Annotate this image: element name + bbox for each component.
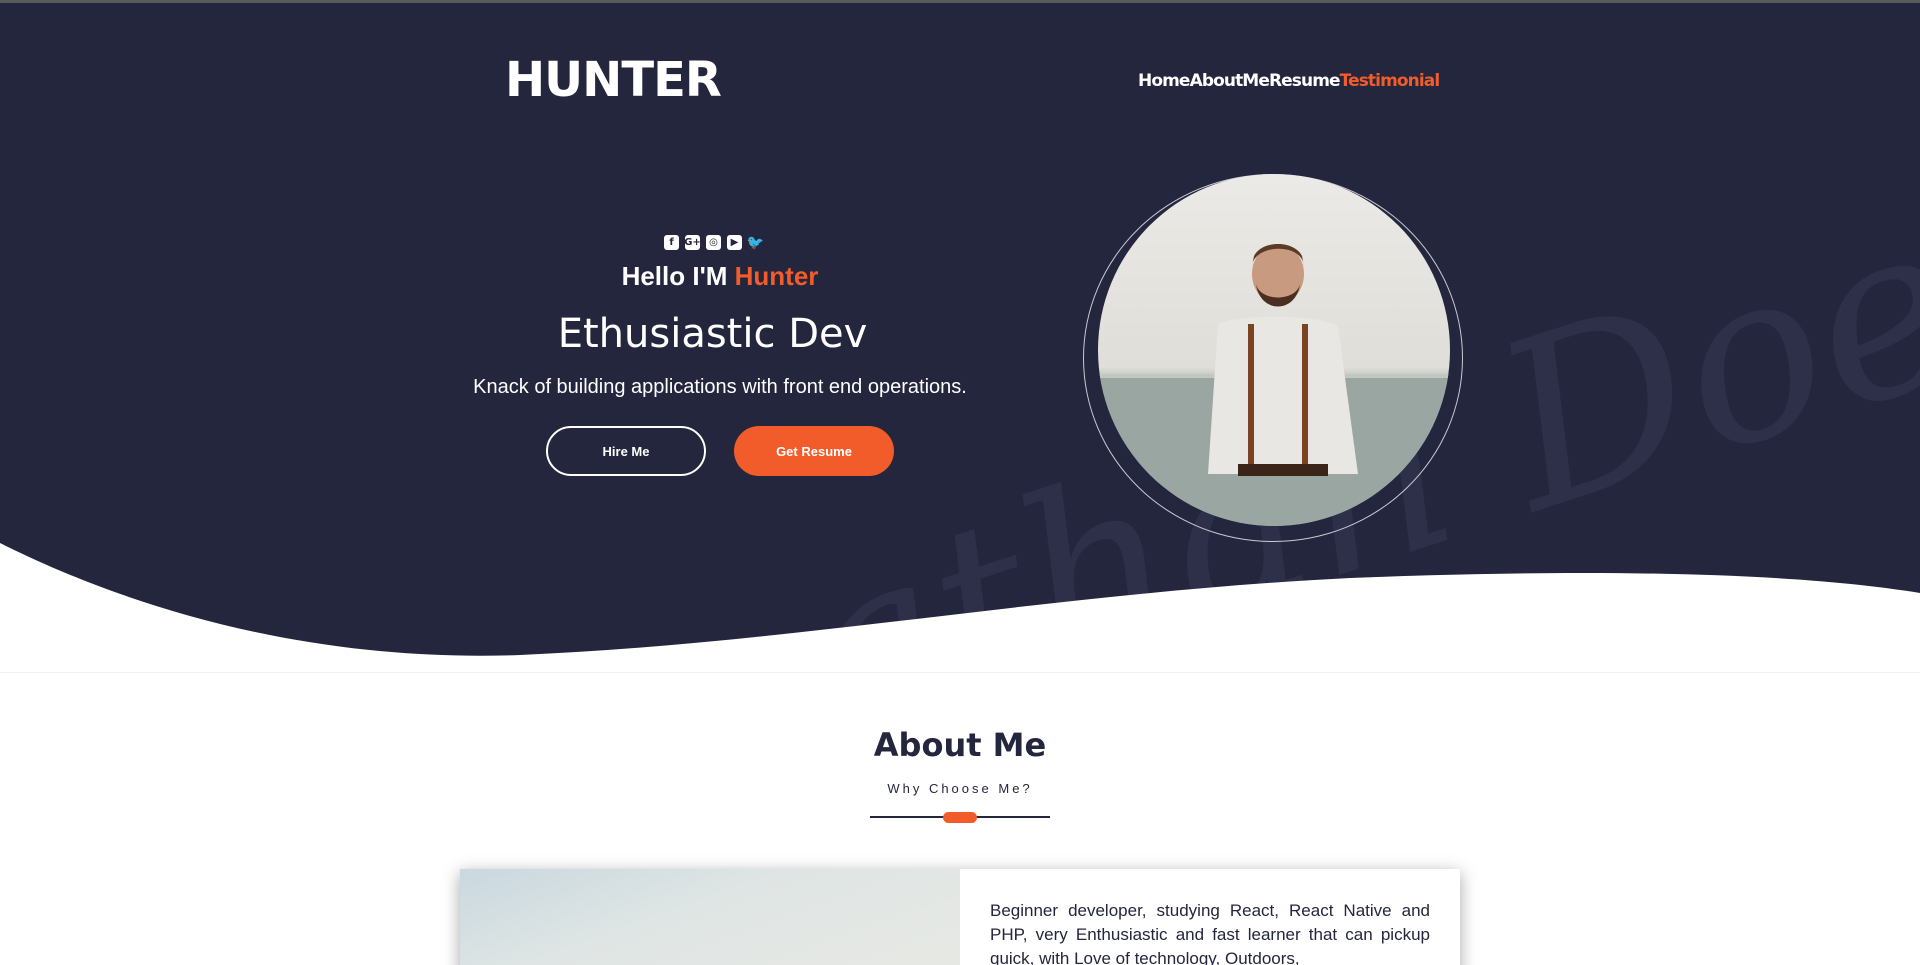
about-description: Beginner developer, studying React, Reac… [990,901,1430,965]
nav-resume[interactable]: Resume [1269,70,1341,92]
twitter-icon[interactable]: 🐦 [747,235,764,250]
hire-me-button[interactable]: Hire Me [546,426,706,476]
greeting-prefix: Hello I'M [621,261,735,291]
title-underline-accent [943,812,977,823]
nav-testimonial[interactable]: Testimonial [1340,70,1441,92]
profile-photo [1098,174,1450,526]
site-logo[interactable]: HUNTER [505,50,722,110]
greeting-name: Hunter [734,261,819,291]
about-title: About Me [873,726,1047,764]
get-resume-button[interactable]: Get Resume [734,426,894,476]
about-card: Beginner developer, studying React, Reac… [460,869,1460,965]
section-divider [0,672,1920,673]
hero-role: Ethusiastic Dev [557,311,868,357]
profile-photo-illustration [1098,244,1450,526]
hero-tagline: Knack of building applications with fron… [473,376,967,398]
facebook-icon[interactable]: f [664,235,679,250]
about-image [460,869,960,965]
instagram-icon[interactable]: ◎ [706,235,721,250]
nav-home[interactable]: Home [1138,70,1190,92]
main-nav: Home AboutMe Resume Testimonial [1138,70,1441,92]
hero-greeting: Hello I'M Hunter [420,259,1020,293]
social-links: f G+ ◎ ▶ 🐦 [664,235,764,250]
hero-section: Jonathan Doe HUNTER Home AboutMe Resume … [0,3,1920,668]
google-plus-icon[interactable]: G+ [684,235,701,250]
about-subtitle: Why Choose Me? [887,781,1033,796]
nav-about-me[interactable]: AboutMe [1190,70,1270,92]
youtube-icon[interactable]: ▶ [727,235,742,250]
browser-top-edge [0,0,1920,3]
